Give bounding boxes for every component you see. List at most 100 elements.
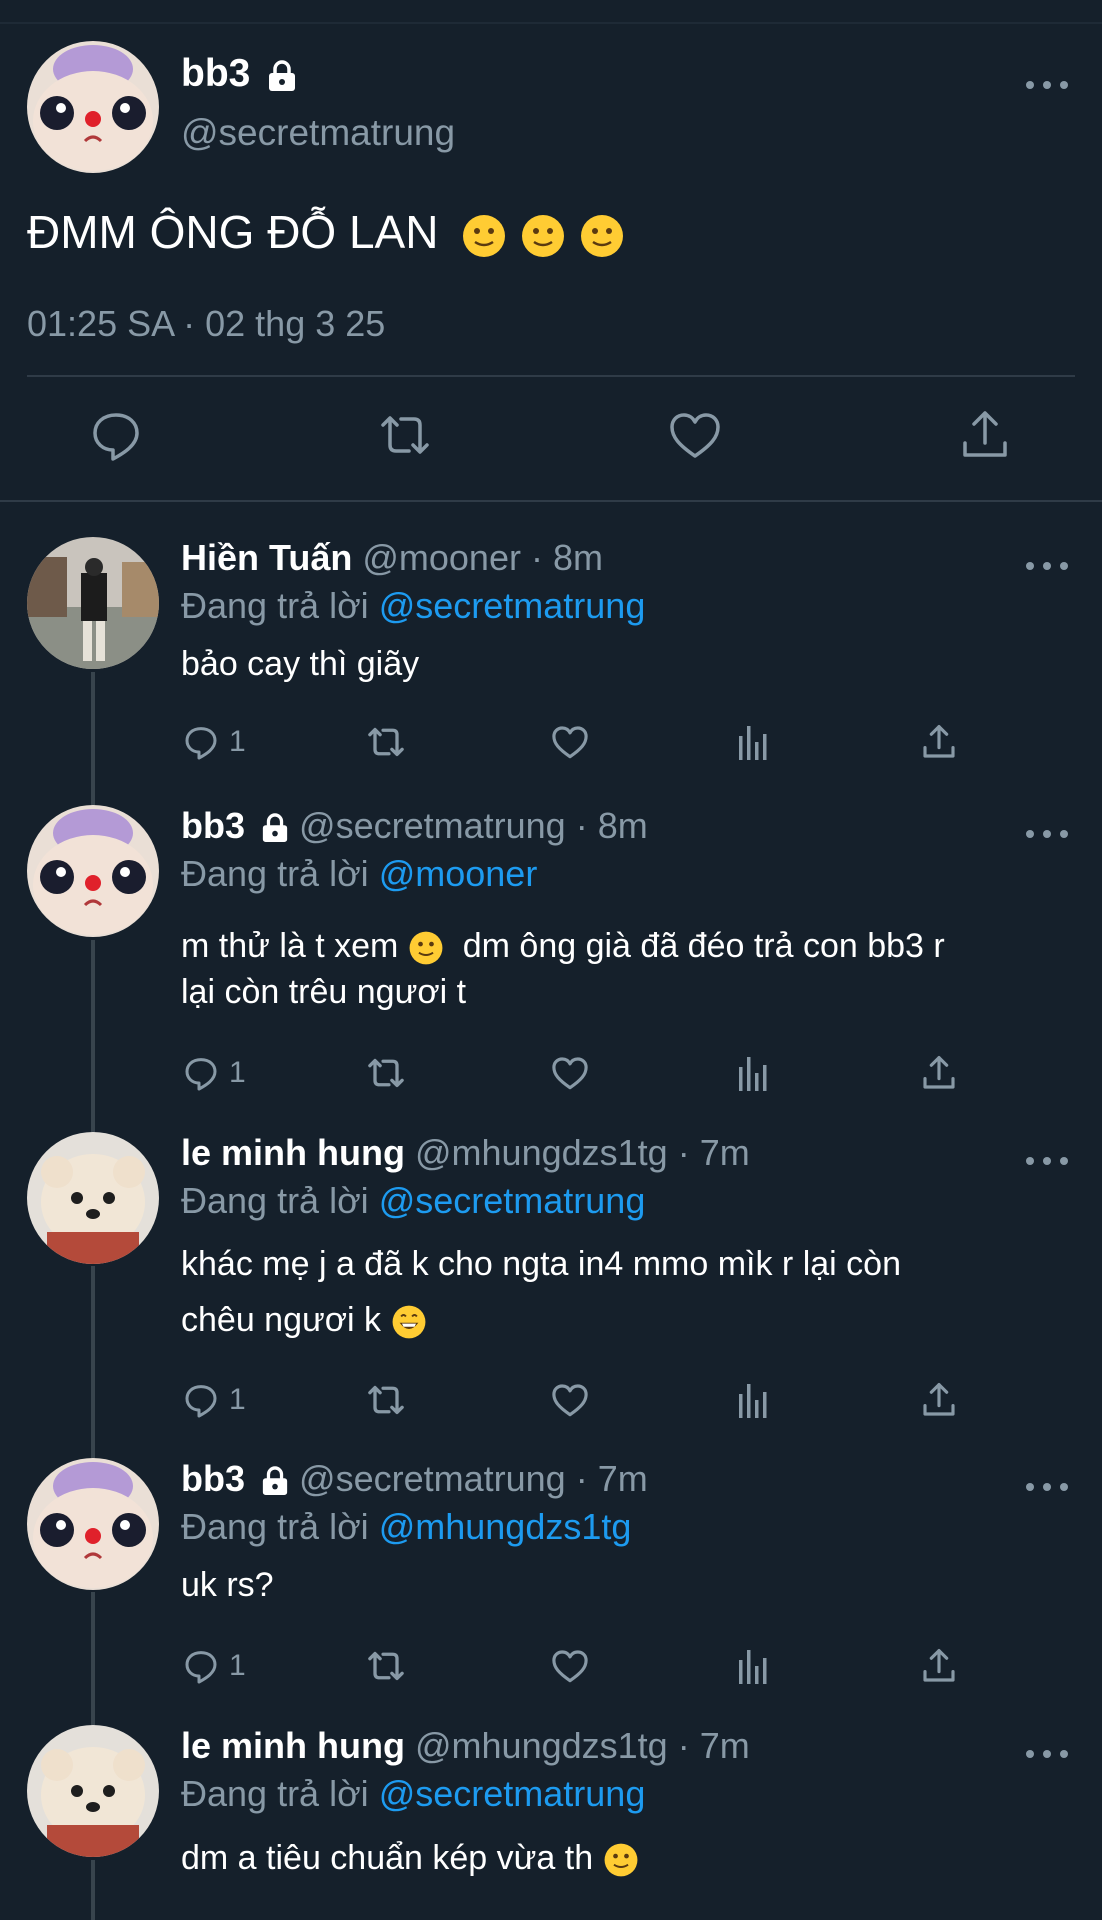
more-options-icon[interactable] bbox=[1026, 78, 1068, 92]
more-options-icon[interactable] bbox=[1026, 827, 1068, 841]
reply-count: 1 bbox=[229, 1383, 246, 1416]
analytics-icon bbox=[739, 1650, 767, 1684]
avatar-hien-tuan[interactable] bbox=[27, 537, 159, 669]
reply-text-content: uk rs? bbox=[181, 1566, 274, 1604]
more-options-icon[interactable] bbox=[1026, 559, 1068, 573]
reply-tweet[interactable]: Hiền Tuấn @mooner · 8m Đang trả lời @sec… bbox=[0, 537, 1102, 767]
heart-icon bbox=[552, 1650, 588, 1683]
author-name[interactable]: le minh hung bbox=[181, 1725, 405, 1766]
reply-actions: 1 bbox=[181, 1048, 981, 1098]
reply-text: m thử là t xem dm ông già đã đéo trả con… bbox=[181, 923, 1062, 1015]
slightly-smiling-face-icon bbox=[604, 1843, 638, 1877]
like-button[interactable] bbox=[549, 1641, 591, 1691]
share-button[interactable] bbox=[918, 1048, 960, 1098]
reply-tweet[interactable]: bb3 @secretmatrung · 7m Đang trả lời @mh… bbox=[0, 1458, 1102, 1688]
like-button[interactable] bbox=[665, 405, 725, 465]
like-button[interactable] bbox=[549, 1375, 591, 1425]
reply-time: · 8m bbox=[575, 805, 648, 846]
retweet-button[interactable] bbox=[375, 405, 435, 465]
share-button[interactable] bbox=[918, 717, 960, 767]
reply-text: khác mẹ j a đã k cho ngta in4 mmo mìk r … bbox=[181, 1236, 1062, 1348]
like-button[interactable] bbox=[549, 717, 591, 767]
share-button[interactable] bbox=[918, 1641, 960, 1691]
retweet-icon bbox=[368, 1651, 404, 1681]
reply-time: · 7m bbox=[677, 1725, 750, 1766]
reply-actions: 1 bbox=[181, 1641, 981, 1691]
reply-header: bb3 @secretmatrung · 7m bbox=[181, 1458, 648, 1500]
author-handle[interactable]: @mooner bbox=[362, 537, 521, 578]
author-name[interactable]: le minh hung bbox=[181, 1132, 405, 1173]
more-options-icon[interactable] bbox=[1026, 1480, 1068, 1494]
replying-to: Đang trả lời @secretmatrung bbox=[181, 585, 645, 627]
reply-button[interactable] bbox=[86, 405, 146, 465]
author-handle[interactable]: @secretmatrung bbox=[181, 112, 455, 154]
avatar-bb3[interactable] bbox=[27, 41, 159, 173]
avatar-bb3[interactable] bbox=[27, 1458, 159, 1590]
reply-header: bb3 @secretmatrung · 8m bbox=[181, 805, 648, 847]
retweet-button[interactable] bbox=[364, 1048, 408, 1098]
avatar-le-minh-hung[interactable] bbox=[27, 1725, 159, 1857]
mention-link[interactable]: @secretmatrung bbox=[379, 585, 646, 626]
avatar-le-minh-hung[interactable] bbox=[27, 1132, 159, 1264]
reply-count: 1 bbox=[229, 1649, 246, 1682]
share-icon bbox=[923, 1056, 955, 1089]
author-name[interactable]: bb3 bbox=[181, 1458, 245, 1499]
retweet-button[interactable] bbox=[364, 717, 408, 767]
reply-button[interactable]: 1 bbox=[181, 1048, 246, 1098]
reply-text: uk rs? bbox=[181, 1562, 1062, 1608]
reply-tweet[interactable]: le minh hung @mhungdzs1tg · 7m Đang trả … bbox=[0, 1725, 1102, 1920]
replying-to: Đang trả lời @secretmatrung bbox=[181, 1773, 645, 1815]
heart-icon bbox=[552, 1384, 588, 1417]
more-options-icon[interactable] bbox=[1026, 1747, 1068, 1761]
views-button[interactable] bbox=[735, 1375, 775, 1425]
retweet-icon bbox=[368, 727, 404, 757]
reply-text-content: dm a tiêu chuẩn kép vừa th bbox=[181, 1839, 594, 1877]
author-name[interactable]: Hiền Tuấn bbox=[181, 537, 352, 578]
tweet-timestamp: 01:25 SA · 02 thg 3 25 bbox=[27, 303, 386, 344]
reply-actions: 1 bbox=[181, 1375, 981, 1425]
retweet-icon bbox=[368, 1385, 404, 1415]
author-handle[interactable]: @mhungdzs1tg bbox=[415, 1132, 668, 1173]
views-button[interactable] bbox=[735, 717, 775, 767]
replying-label: Đang trả lời bbox=[181, 585, 369, 626]
reply-actions: 1 bbox=[181, 717, 981, 767]
reply-header: Hiền Tuấn @mooner · 8m bbox=[181, 537, 603, 579]
author-handle[interactable]: @secretmatrung bbox=[299, 805, 566, 846]
analytics-icon bbox=[739, 726, 767, 760]
reply-time: · 7m bbox=[575, 1458, 648, 1499]
more-options-icon[interactable] bbox=[1026, 1154, 1068, 1168]
heart-icon bbox=[552, 1057, 588, 1090]
views-button[interactable] bbox=[735, 1048, 775, 1098]
mention-link[interactable]: @secretmatrung bbox=[379, 1180, 646, 1221]
reply-text: dm a tiêu chuẩn kép vừa th bbox=[181, 1835, 1062, 1881]
share-button[interactable] bbox=[918, 1375, 960, 1425]
analytics-icon bbox=[739, 1057, 767, 1091]
reply-icon bbox=[185, 1058, 217, 1091]
reply-tweet[interactable]: bb3 @secretmatrung · 8m Đang trả lời @mo… bbox=[0, 805, 1102, 1095]
retweet-button[interactable] bbox=[364, 1375, 408, 1425]
reply-tweet[interactable]: le minh hung @mhungdzs1tg · 7m Đang trả … bbox=[0, 1132, 1102, 1422]
slightly-smiling-face-icon bbox=[522, 214, 565, 257]
views-button[interactable] bbox=[735, 1641, 775, 1691]
reply-button[interactable]: 1 bbox=[181, 1641, 246, 1691]
tweet-actions bbox=[0, 405, 1102, 465]
slightly-smiling-face-icon bbox=[463, 214, 506, 257]
grinning-face-icon bbox=[392, 1305, 425, 1339]
avatar-bb3[interactable] bbox=[27, 805, 159, 937]
retweet-button[interactable] bbox=[364, 1641, 408, 1691]
analytics-icon bbox=[739, 1384, 767, 1418]
mention-link[interactable]: @secretmatrung bbox=[379, 1773, 646, 1814]
author-handle[interactable]: @mhungdzs1tg bbox=[415, 1725, 668, 1766]
reply-button[interactable]: 1 bbox=[181, 717, 246, 767]
reply-button[interactable]: 1 bbox=[181, 1375, 246, 1425]
author-name-text[interactable]: bb3 bbox=[181, 52, 250, 95]
mention-link[interactable]: @mooner bbox=[379, 853, 538, 894]
author-handle[interactable]: @secretmatrung bbox=[299, 1458, 566, 1499]
replying-to: Đang trả lời @mhungdzs1tg bbox=[181, 1506, 631, 1548]
mention-link[interactable]: @mhungdzs1tg bbox=[379, 1506, 632, 1547]
author-name[interactable]: bb3 bbox=[181, 805, 245, 846]
retweet-icon bbox=[381, 416, 429, 454]
share-button[interactable] bbox=[955, 405, 1015, 465]
author-name[interactable]: bb3 bbox=[181, 52, 297, 96]
like-button[interactable] bbox=[549, 1048, 591, 1098]
